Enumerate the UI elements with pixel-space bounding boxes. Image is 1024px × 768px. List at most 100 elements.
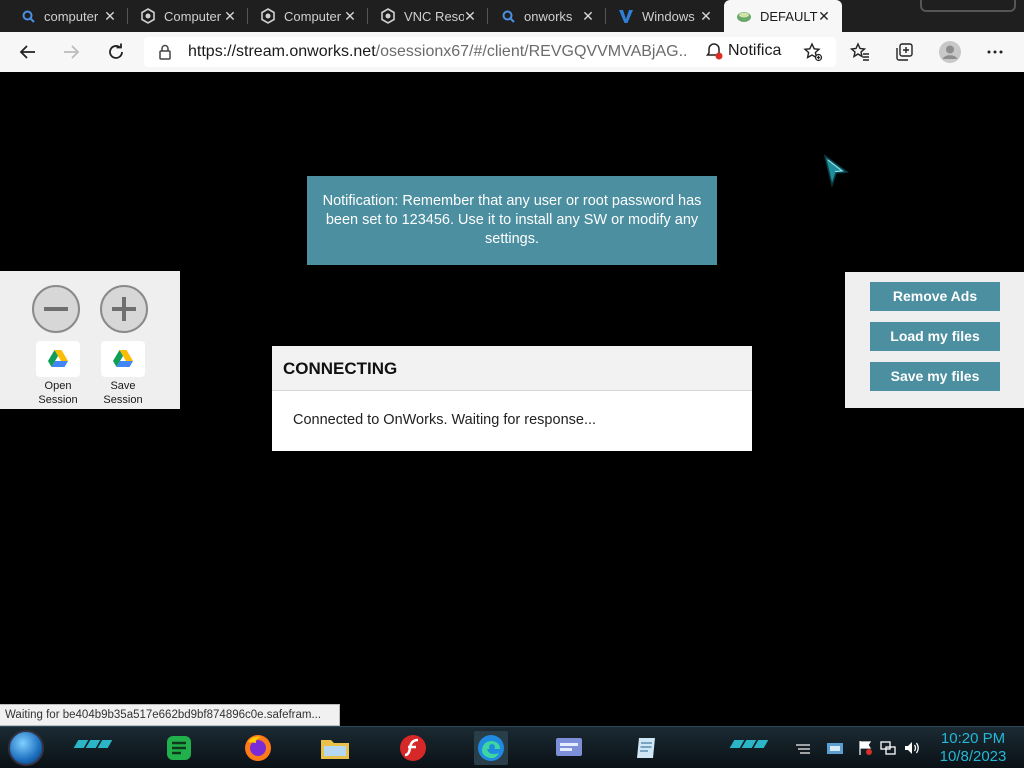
close-icon[interactable]: ✕ [816,8,832,24]
add-favorite-button[interactable] [800,39,826,65]
tab-label: VNC Reso [404,8,464,24]
v-logo-icon [618,8,634,24]
taskbar-notes-app[interactable] [162,731,196,765]
star-add-icon [803,42,823,62]
close-icon[interactable]: ✕ [222,8,238,24]
notifications-blocked-chip[interactable]: Notifica [704,41,788,61]
tab-site-icon [260,8,276,24]
collections-button[interactable] [891,39,917,65]
taskbar-remote-app[interactable] [552,731,586,765]
files-panel: Remove Ads Load my files Save my files [845,272,1024,408]
save-session-label-1: Save [110,380,136,392]
more-options-button[interactable] [982,39,1008,65]
close-icon[interactable]: ✕ [342,8,358,24]
tray-overflow-icon[interactable] [794,739,812,757]
tab-site-icon [140,8,156,24]
session-control-panel: Open Session Save Session [0,271,180,409]
mouse-cursor-icon [822,154,850,193]
start-button[interactable] [8,730,44,766]
url-host: https://stream.onworks.net [188,43,376,60]
forward-button[interactable] [58,39,84,65]
volume-icon[interactable] [903,739,921,757]
zoom-out-button[interactable] [32,285,80,333]
search-icon [20,8,36,24]
address-bar[interactable]: https://stream.onworks.net/osessionx67/#… [144,37,836,67]
tab-strip: computer ✕ Computer ✕ Computer ✕ VNC Res… [0,0,1024,32]
password-notification-banner: Notification: Remember that any user or … [307,176,717,265]
close-icon[interactable]: ✕ [698,8,714,24]
remove-ads-button[interactable]: Remove Ads [870,282,1000,311]
tab-label: onworks [524,8,573,24]
tab-computer-1[interactable]: Computer ✕ [128,0,248,32]
refresh-button[interactable] [103,39,129,65]
url-path: /osessionx67/#/client/REVGQVVMVABjAG... [375,43,688,60]
screen: computer ✕ Computer ✕ Computer ✕ VNC Res… [0,0,1024,768]
open-session-button[interactable]: Open Session [35,341,81,406]
edge-icon [478,735,504,761]
dialog-title: CONNECTING [272,346,752,391]
taskbar: 10:20 PM 10/8/2023 [0,726,1024,768]
tab-label: Computer [164,8,222,24]
forward-arrow-icon [64,45,80,59]
notes-app-icon [167,736,191,760]
lock-icon[interactable] [158,44,172,65]
ellipsis-icon [987,50,1003,54]
google-drive-icon [36,341,80,377]
notepad-icon [637,738,655,758]
save-session-label-2: Session [103,394,143,406]
tab-onworks-search[interactable]: onworks ✕ [488,0,606,32]
back-arrow-icon [19,45,35,59]
notification-text: Notification: Remember that any user or … [322,193,702,247]
load-files-button[interactable]: Load my files [870,322,1000,351]
tab-vnc[interactable]: VNC Reso ✕ [368,0,488,32]
taskbar-clock[interactable]: 10:20 PM 10/8/2023 [930,730,1016,766]
taskbar-edge[interactable] [474,731,508,765]
taskbar-decoration [73,740,113,750]
save-files-button[interactable]: Save my files [870,362,1000,391]
taskbar-notepad[interactable] [630,731,664,765]
status-text: Waiting for be404b9b35a517e662bd9bf87489… [0,704,340,726]
url-text[interactable]: https://stream.onworks.net/osessionx67/#… [188,43,688,61]
folder-icon [321,740,349,759]
back-button[interactable] [15,39,41,65]
close-icon[interactable]: ✕ [102,8,118,24]
flash-icon [400,735,426,761]
close-icon[interactable]: ✕ [580,8,596,24]
open-session-label-1: Open [44,380,72,392]
minus-icon [44,307,68,311]
tab-computer-search[interactable]: computer ✕ [8,0,128,32]
network-icon[interactable] [879,739,897,757]
favorites-button[interactable] [847,39,873,65]
favorites-icon [850,42,869,61]
clock-date: 10/8/2023 [939,748,1007,765]
taskbar-file-explorer[interactable] [318,731,352,765]
tab-label: Windows [642,8,695,24]
save-session-button[interactable]: Save Session [100,341,146,406]
tab-windows[interactable]: Windows ✕ [606,0,724,32]
notifications-chip-label: Notifica [728,42,782,59]
tab-label: computer [44,8,99,24]
clock-time: 10:20 PM [940,730,1006,747]
profile-button[interactable] [937,39,963,65]
tab-computer-2[interactable]: Computer ✕ [248,0,368,32]
tab-site-icon [380,8,396,24]
zoom-in-button[interactable] [100,285,148,333]
remote-desktop-icon [556,738,582,756]
tray-app-icon[interactable] [826,739,844,757]
action-center-flag-icon[interactable] [856,739,874,757]
taskbar-flash-app[interactable] [396,731,430,765]
google-drive-icon [101,341,145,377]
taskbar-firefox[interactable] [241,731,275,765]
browser-toolbar: https://stream.onworks.net/osessionx67/#… [0,32,1024,72]
close-icon[interactable]: ✕ [462,8,478,24]
tab-default[interactable]: DEFAULT ✕ [724,0,842,32]
connecting-dialog: CONNECTING Connected to OnWorks. Waiting… [272,346,752,451]
search-icon [500,8,516,24]
tab-label: Computer [284,8,342,24]
dialog-message: Connected to OnWorks. Waiting for respon… [293,412,597,428]
collections-icon [896,43,913,61]
refresh-icon [109,43,123,59]
open-session-label-2: Session [38,394,78,406]
avatar-icon [939,41,961,63]
onworks-icon [736,8,752,24]
